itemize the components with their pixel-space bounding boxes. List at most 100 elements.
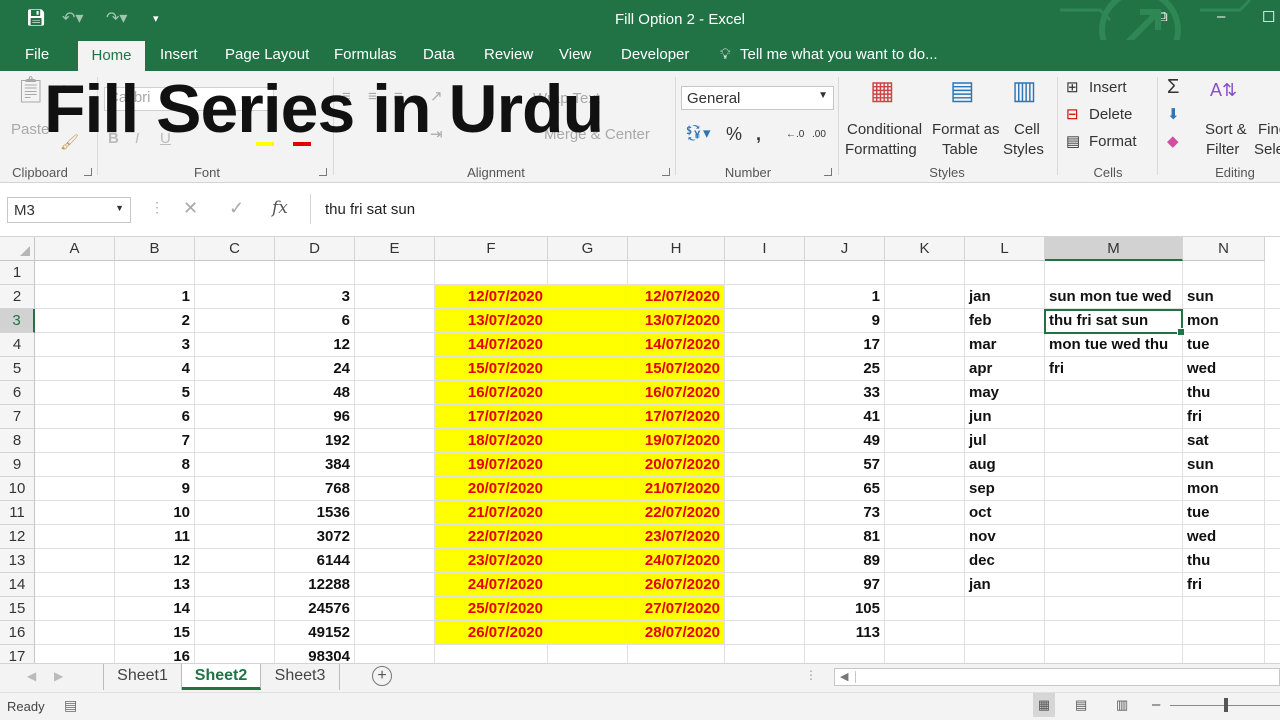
cell-f7[interactable]: 17/07/2020 xyxy=(435,405,548,429)
column-header-n[interactable]: N xyxy=(1183,237,1265,261)
cell-l10[interactable]: sep xyxy=(965,477,1045,501)
number-format-select[interactable]: General ▼ xyxy=(681,86,834,110)
find-select-button[interactable]: Find xyxy=(1258,120,1280,140)
comma-style-button[interactable]: , xyxy=(756,124,761,144)
row-header-10[interactable]: 10 xyxy=(0,477,35,501)
page-layout-view-icon[interactable]: ▤ xyxy=(1075,697,1087,713)
row-header-1[interactable]: 1 xyxy=(0,261,35,285)
column-header-b[interactable]: B xyxy=(115,237,195,261)
cell-f8[interactable]: 18/07/2020 xyxy=(435,429,548,453)
cell-d17[interactable]: 98304 xyxy=(275,645,355,663)
cell-j2[interactable]: 1 xyxy=(805,285,885,309)
cell-j16[interactable]: 113 xyxy=(805,621,885,645)
row-header-4[interactable]: 4 xyxy=(0,333,35,357)
cell-f9[interactable]: 19/07/2020 xyxy=(435,453,548,477)
tab-insert[interactable]: Insert xyxy=(160,46,198,63)
cell-j8[interactable]: 49 xyxy=(805,429,885,453)
cell-n2[interactable]: sun xyxy=(1183,285,1265,309)
cell-f3[interactable]: 13/07/2020 xyxy=(435,309,548,333)
cell-j11[interactable]: 73 xyxy=(805,501,885,525)
cell-h8[interactable]: 19/07/2020 xyxy=(628,429,725,453)
cell-n5[interactable]: wed xyxy=(1183,357,1265,381)
paste-icon[interactable]: 📋︎ xyxy=(14,76,47,102)
cell-n13[interactable]: thu xyxy=(1183,549,1265,573)
cell-styles-button[interactable]: Cell xyxy=(1014,120,1040,140)
cell-f4[interactable]: 14/07/2020 xyxy=(435,333,548,357)
cell-h9[interactable]: 20/07/2020 xyxy=(628,453,725,477)
tab-file[interactable]: File xyxy=(25,46,49,63)
normal-view-icon[interactable]: ▦ xyxy=(1033,693,1055,717)
sheet-tab-sheet3[interactable]: Sheet3 xyxy=(261,664,340,690)
row-header-7[interactable]: 7 xyxy=(0,405,35,429)
tab-page-layout[interactable]: Page Layout xyxy=(225,46,309,63)
cell-j7[interactable]: 41 xyxy=(805,405,885,429)
cell-j15[interactable]: 105 xyxy=(805,597,885,621)
row-header-8[interactable]: 8 xyxy=(0,429,35,453)
cell-b15[interactable]: 14 xyxy=(115,597,195,621)
column-header-c[interactable]: C xyxy=(195,237,275,261)
cell-l12[interactable]: nov xyxy=(965,525,1045,549)
cell-d14[interactable]: 12288 xyxy=(275,573,355,597)
cell-f5[interactable]: 15/07/2020 xyxy=(435,357,548,381)
zoom-out-button[interactable]: – xyxy=(1152,696,1160,713)
cell-h3[interactable]: 13/07/2020 xyxy=(628,309,725,333)
cell-l8[interactable]: jul xyxy=(965,429,1045,453)
format-as-table-button[interactable]: Format as xyxy=(932,120,1000,140)
cell-f6[interactable]: 16/07/2020 xyxy=(435,381,548,405)
scroll-right-icon[interactable]: ▶ xyxy=(54,669,63,683)
cell-b13[interactable]: 12 xyxy=(115,549,195,573)
cell-m5[interactable]: fri xyxy=(1045,357,1183,381)
cell-l7[interactable]: jun xyxy=(965,405,1045,429)
row-header-2[interactable]: 2 xyxy=(0,285,35,309)
cell-n12[interactable]: wed xyxy=(1183,525,1265,549)
cell-d12[interactable]: 3072 xyxy=(275,525,355,549)
cell-l11[interactable]: oct xyxy=(965,501,1045,525)
cell-j13[interactable]: 89 xyxy=(805,549,885,573)
cell-b3[interactable]: 2 xyxy=(115,309,195,333)
row-header-14[interactable]: 14 xyxy=(0,573,35,597)
cell-d2[interactable]: 3 xyxy=(275,285,355,309)
cell-h2[interactable]: 12/07/2020 xyxy=(628,285,725,309)
sheet-tab-sheet1[interactable]: Sheet1 xyxy=(103,664,182,690)
column-header-f[interactable]: F xyxy=(435,237,548,261)
cell-h15[interactable]: 27/07/2020 xyxy=(628,597,725,621)
cell-b16[interactable]: 15 xyxy=(115,621,195,645)
row-header-17[interactable]: 17 xyxy=(0,645,35,663)
name-box[interactable]: M3 ▼ xyxy=(7,197,131,223)
cell-b14[interactable]: 13 xyxy=(115,573,195,597)
cell-j3[interactable]: 9 xyxy=(805,309,885,333)
add-sheet-icon[interactable]: + xyxy=(372,666,392,686)
tab-formulas[interactable]: Formulas xyxy=(334,46,397,63)
column-header-h[interactable]: H xyxy=(628,237,725,261)
cell-h11[interactable]: 22/07/2020 xyxy=(628,501,725,525)
cell-b12[interactable]: 11 xyxy=(115,525,195,549)
cell-f2[interactable]: 12/07/2020 xyxy=(435,285,548,309)
conditional-formatting-button[interactable]: Conditional xyxy=(847,120,922,140)
cell-j12[interactable]: 81 xyxy=(805,525,885,549)
cell-b17[interactable]: 16 xyxy=(115,645,195,663)
cell-h13[interactable]: 24/07/2020 xyxy=(628,549,725,573)
cell-f14[interactable]: 24/07/2020 xyxy=(435,573,548,597)
worksheet-grid[interactable]: A B C D E F G H I J K L M N 1 2 3 4 5 6 7 8 9 10 11 12 13 14 15 16 17 1… xyxy=(0,237,1280,663)
tab-data[interactable]: Data xyxy=(423,46,455,63)
format-cells-button[interactable]: Format xyxy=(1089,132,1137,152)
cell-l2[interactable]: jan xyxy=(965,285,1045,309)
number-launcher-icon[interactable] xyxy=(824,168,832,176)
row-header-9[interactable]: 9 xyxy=(0,453,35,477)
horizontal-scrollbar[interactable]: ◀ xyxy=(834,668,1280,686)
column-header-j[interactable]: J xyxy=(805,237,885,261)
scrollbar-thumb[interactable] xyxy=(855,671,1275,683)
cell-l4[interactable]: mar xyxy=(965,333,1045,357)
cell-h4[interactable]: 14/07/2020 xyxy=(628,333,725,357)
cell-j14[interactable]: 97 xyxy=(805,573,885,597)
zoom-slider-thumb[interactable] xyxy=(1224,698,1228,712)
cell-n10[interactable]: mon xyxy=(1183,477,1265,501)
cell-d7[interactable]: 96 xyxy=(275,405,355,429)
cell-j9[interactable]: 57 xyxy=(805,453,885,477)
insert-function-button[interactable]: fx xyxy=(272,198,288,218)
page-break-view-icon[interactable]: ▥ xyxy=(1116,697,1128,713)
column-header-d[interactable]: D xyxy=(275,237,355,261)
cell-d5[interactable]: 24 xyxy=(275,357,355,381)
row-header-6[interactable]: 6 xyxy=(0,381,35,405)
cell-h6[interactable]: 16/07/2020 xyxy=(628,381,725,405)
